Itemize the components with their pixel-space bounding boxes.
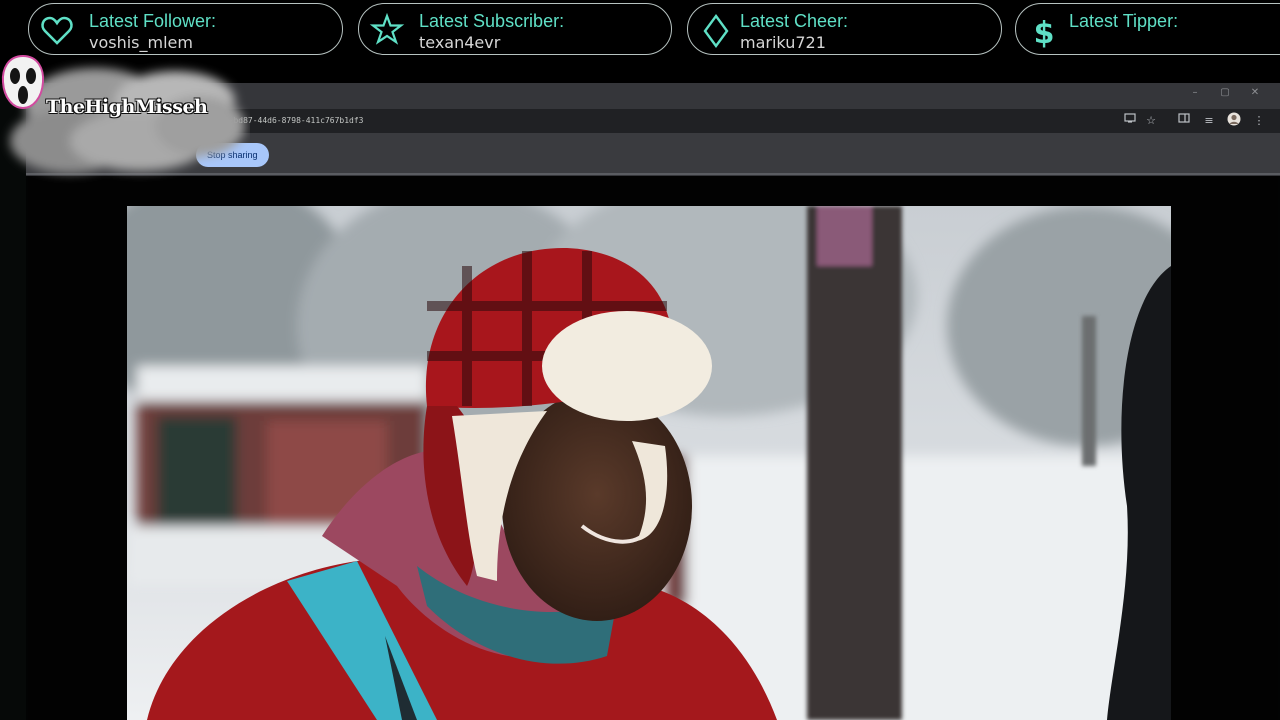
latest-cheer-label: Latest Cheer: xyxy=(740,11,849,31)
streamer-logo: TheHighMisseh xyxy=(0,46,250,186)
sidepanel-icon[interactable] xyxy=(1175,112,1193,130)
video-still-image xyxy=(127,206,1171,720)
latest-tipper-label: Latest Tipper: xyxy=(1069,11,1179,31)
maximize-button[interactable]: ▢ xyxy=(1210,87,1240,98)
video-player-area[interactable] xyxy=(28,176,1278,720)
streamer-name: TheHighMisseh xyxy=(46,96,208,118)
menu-icon[interactable]: ⋮ xyxy=(1250,112,1268,130)
profile-avatar[interactable] xyxy=(1225,112,1243,130)
latest-cheer-pill: Latest Cheer: mariku721 xyxy=(687,3,1002,55)
latest-follower-label: Latest Follower: xyxy=(89,11,217,31)
bookmark-star-icon[interactable]: ☆ xyxy=(1142,112,1160,130)
star-icon xyxy=(369,13,405,45)
latest-tipper-pill: $ Latest Tipper: xyxy=(1015,3,1280,55)
latest-subscriber-pill: Latest Subscriber: texan4evr xyxy=(358,3,672,55)
ghostface-mask-icon xyxy=(1,54,45,110)
media-icon[interactable]: ≡ xyxy=(1200,112,1218,130)
svg-text:$: $ xyxy=(1034,16,1055,49)
video-frame[interactable] xyxy=(127,206,1171,720)
minimize-button[interactable]: – xyxy=(1180,87,1210,98)
latest-subscriber-value: texan4evr xyxy=(419,33,501,52)
latest-cheer-value: mariku721 xyxy=(740,33,826,52)
window-controls: – ▢ ✕ xyxy=(1180,87,1270,98)
diamond-icon xyxy=(703,13,729,49)
heart-icon xyxy=(41,16,73,45)
dollar-icon: $ xyxy=(1034,16,1055,49)
latest-subscriber-label: Latest Subscriber: xyxy=(419,11,565,31)
close-window-button[interactable]: ✕ xyxy=(1240,87,1270,98)
cast-icon[interactable] xyxy=(1121,112,1139,130)
